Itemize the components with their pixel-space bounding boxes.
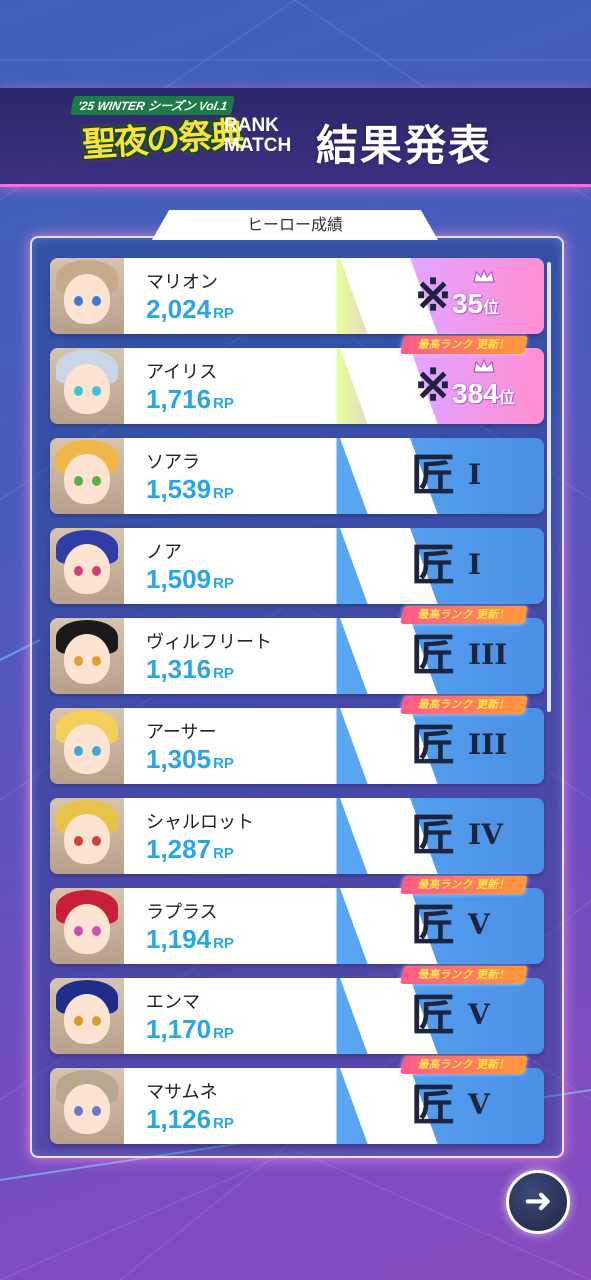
hero-name: シャルロット xyxy=(146,812,254,833)
hero-row[interactable]: ヴィルフリート 1,316 RP 匠 III xyxy=(50,618,544,694)
best-rank-updated-badge: 最高ランク 更新！ xyxy=(400,1056,528,1074)
tab-hero-results: ヒーロー成績 xyxy=(152,210,438,240)
hero-row[interactable]: ラプラス 1,194 RP 匠 V xyxy=(50,888,544,964)
rank-tier: I xyxy=(468,548,482,581)
hero-name: アイリス xyxy=(146,362,218,383)
rank-tier: IV xyxy=(468,818,503,851)
hero-name: ラプラス xyxy=(146,902,218,923)
hero-name: アーサー xyxy=(146,722,217,743)
hero-row[interactable]: マリオン 2,024 RP ※ 35位 xyxy=(50,258,544,334)
hero-avatar xyxy=(50,528,124,604)
hero-name: ソアラ xyxy=(146,452,200,473)
rank-emblem-icon: 匠 xyxy=(411,990,455,1041)
hero-name: マサムネ xyxy=(146,1082,218,1103)
rank-emblem-icon: 匠 xyxy=(411,1080,455,1131)
best-rank-updated-badge: 最高ランク 更新！ xyxy=(400,966,528,984)
hero-name: エンマ xyxy=(146,992,200,1013)
scrollbar[interactable] xyxy=(547,262,551,712)
best-rank-updated-badge: 最高ランク 更新！ xyxy=(400,876,528,894)
hero-rp: 1,539 RP xyxy=(146,474,234,504)
rank-emblem-icon: 匠 xyxy=(411,720,455,771)
rank-tier: I xyxy=(468,458,482,491)
rank-tier: V xyxy=(468,908,490,941)
hero-rp: 1,170 RP xyxy=(146,1014,234,1044)
hero-row[interactable]: ノア 1,509 RP 匠 I xyxy=(50,528,544,604)
crown-icon xyxy=(473,358,495,373)
hero-row[interactable]: アイリス 1,716 RP ※ 384位 xyxy=(50,348,544,424)
hero-row[interactable]: エンマ 1,170 RP 匠 V xyxy=(50,978,544,1054)
rank-match-label: RANK MATCH xyxy=(224,115,292,156)
hero-avatar xyxy=(50,978,124,1054)
best-rank-updated-badge: 最高ランク 更新！ xyxy=(400,696,528,714)
hero-row[interactable]: ソアラ 1,539 RP 匠 I xyxy=(50,438,544,514)
hero-rp: 1,716 RP xyxy=(146,384,234,414)
hero-name: ヴィルフリート xyxy=(146,632,272,653)
ranking-place: 35位 xyxy=(452,288,500,319)
hero-avatar xyxy=(50,888,124,964)
hero-avatar xyxy=(50,258,124,334)
result-title: 結果発表 xyxy=(316,121,493,170)
rank-tier: V xyxy=(468,998,490,1031)
hero-rp: 1,194 RP xyxy=(146,924,234,954)
hero-rp: 1,287 RP xyxy=(146,834,234,864)
hero-row[interactable]: マサムネ 1,126 RP 匠 V xyxy=(50,1068,544,1144)
rank-emblem-icon: 匠 xyxy=(411,900,455,951)
hero-row[interactable]: アーサー 1,305 RP 匠 III xyxy=(50,708,544,784)
hero-avatar xyxy=(50,438,124,514)
rank-emblem-icon: 匠 xyxy=(411,450,455,501)
hero-rp: 2,024 RP xyxy=(146,294,234,324)
hero-name: ノア xyxy=(146,542,182,563)
hero-rp: 1,316 RP xyxy=(146,654,234,684)
hero-avatar xyxy=(50,348,124,424)
rank-emblem-icon: 匠 xyxy=(411,810,455,861)
next-button[interactable]: ➜ xyxy=(506,1170,570,1234)
rank-emblem-icon: 匠 xyxy=(411,540,455,591)
hero-rp: 1,305 RP xyxy=(146,744,234,774)
hero-avatar xyxy=(50,618,124,694)
hero-avatar xyxy=(50,708,124,784)
rank-tier: III xyxy=(468,638,508,671)
crown-icon xyxy=(473,268,495,283)
ranking-place: 384位 xyxy=(452,378,515,409)
hero-rp: 1,126 RP xyxy=(146,1104,234,1134)
hero-avatar xyxy=(50,798,124,874)
hero-rp: 1,509 RP xyxy=(146,564,234,594)
arrow-right-icon: ➜ xyxy=(523,1181,553,1221)
hero-name: マリオン xyxy=(146,272,218,293)
best-rank-updated-badge: 最高ランク 更新！ xyxy=(400,336,528,354)
rank-tier: III xyxy=(468,728,508,761)
best-rank-updated-badge: 最高ランク 更新！ xyxy=(400,606,528,624)
hero-avatar xyxy=(50,1068,124,1144)
rank-emblem-icon: 匠 xyxy=(411,630,455,681)
hero-row[interactable]: シャルロット 1,287 RP 匠 IV xyxy=(50,798,544,874)
rank-tier: V xyxy=(468,1088,490,1121)
